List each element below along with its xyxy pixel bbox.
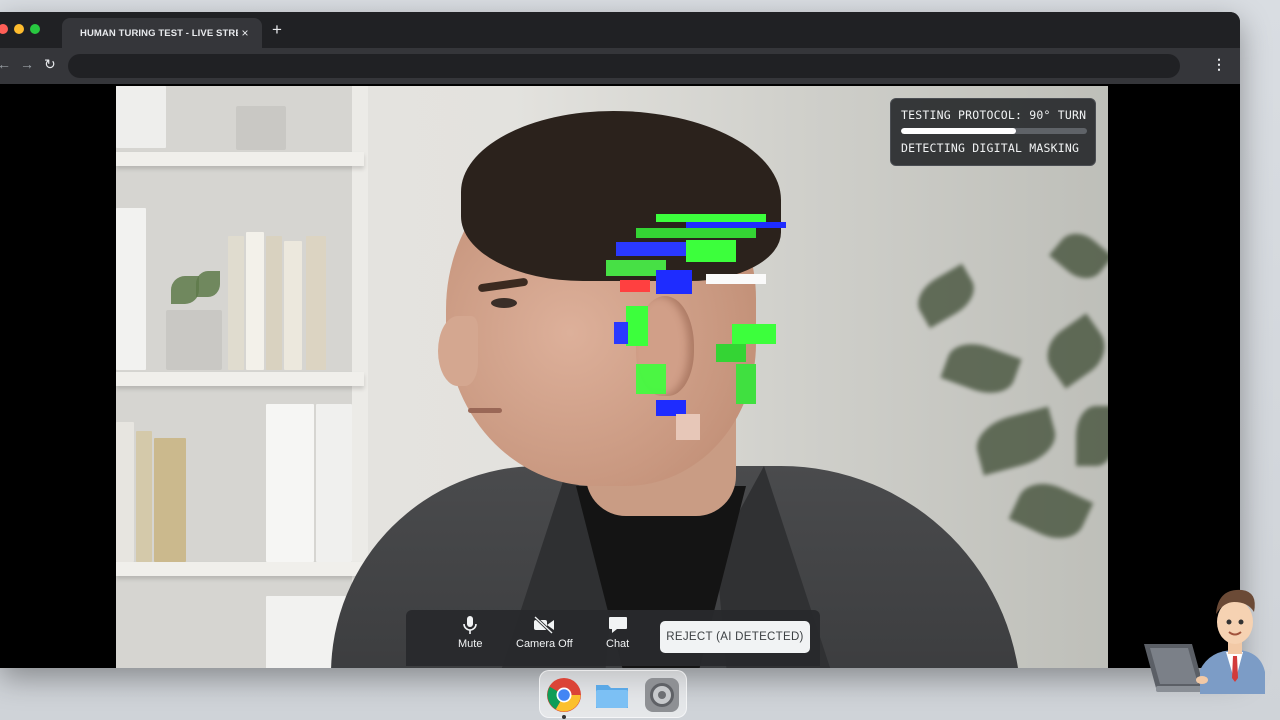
glitch-artifact — [596, 214, 796, 444]
tab-live-stream[interactable]: HUMAN TURING TEST - LIVE STREAM × — [62, 18, 262, 48]
video-call-area: TESTING PROTOCOL: 90° TURN DETECTING DIG… — [0, 84, 1240, 668]
folder-icon[interactable] — [594, 677, 630, 713]
video-feed — [116, 86, 1108, 668]
detection-status: DETECTING DIGITAL MASKING — [901, 141, 1080, 155]
chrome-icon[interactable] — [546, 677, 582, 713]
address-bar[interactable] — [68, 54, 1180, 78]
tab-title: HUMAN TURING TEST - LIVE STREAM — [80, 27, 238, 39]
mute-button[interactable]: Mute — [458, 616, 482, 650]
chat-bubble-icon — [608, 617, 627, 633]
camera-off-icon — [534, 616, 555, 634]
new-tab-button[interactable]: + — [272, 20, 282, 40]
settings-gear-icon[interactable] — [644, 677, 680, 713]
protocol-progress-bar — [901, 128, 1087, 134]
close-window-button[interactable] — [0, 24, 8, 34]
forward-arrow-icon[interactable]: → — [20, 56, 34, 72]
reload-icon[interactable]: ↻ — [44, 56, 56, 73]
camera-off-button[interactable]: Camera Off — [516, 616, 573, 650]
browser-toolbar: ← → ↻ ⋮ — [0, 48, 1240, 84]
reject-ai-detected-button[interactable]: REJECT (AI DETECTED) — [660, 621, 810, 653]
back-arrow-icon[interactable]: ← — [0, 56, 11, 72]
dock — [539, 670, 687, 719]
close-icon[interactable]: × — [238, 26, 252, 40]
kebab-menu-icon[interactable]: ⋮ — [1212, 56, 1226, 73]
camera-off-label: Camera Off — [516, 638, 573, 650]
maximize-window-button[interactable] — [30, 24, 40, 34]
protocol-progress-fill — [901, 128, 1017, 134]
call-controls-bar: Mute Camera Off Chat REJECT (AI DETECTED… — [406, 610, 820, 666]
mute-label: Mute — [458, 638, 483, 650]
mascot-illustration — [1144, 589, 1265, 694]
microphone-icon — [463, 616, 478, 634]
minimize-window-button[interactable] — [14, 24, 24, 34]
active-app-indicator — [562, 715, 566, 719]
protocol-label: TESTING PROTOCOL: 90° TURN — [901, 108, 1087, 122]
tab-bar: HUMAN TURING TEST - LIVE STREAM × + — [0, 12, 1240, 48]
chat-button[interactable]: Chat — [606, 616, 629, 650]
browser-window: HUMAN TURING TEST - LIVE STREAM × + ← → … — [0, 12, 1240, 668]
chat-label: Chat — [606, 638, 630, 650]
testing-protocol-panel: TESTING PROTOCOL: 90° TURN DETECTING DIG… — [890, 98, 1096, 166]
